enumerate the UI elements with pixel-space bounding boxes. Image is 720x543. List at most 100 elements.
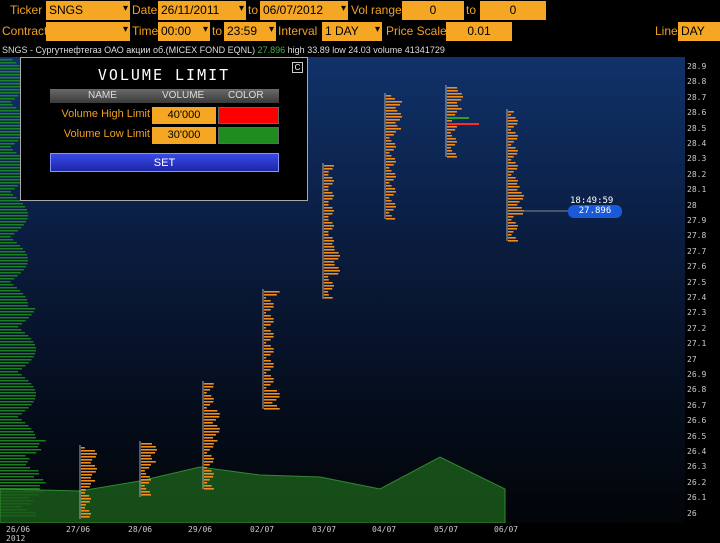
day-profile-bar [508, 120, 518, 122]
price-tick: 26.6 [687, 416, 707, 426]
day-profile-bar [81, 471, 96, 473]
day-profile-bar [324, 207, 333, 209]
day-profile-bar [204, 383, 214, 385]
left-profile-bar [0, 137, 22, 139]
day-profile-bar [447, 108, 462, 110]
day-profile-bar [508, 186, 520, 188]
day-profile-bar [141, 479, 151, 481]
day-profile-bar [81, 492, 85, 494]
price-scale-input[interactable]: 0.01 [446, 22, 512, 41]
price-tick: 26.7 [687, 400, 707, 410]
day-profile-bar [264, 375, 271, 377]
day-profile-bar [508, 177, 516, 179]
day-profile-bar [386, 164, 394, 166]
left-profile-bar [0, 299, 27, 301]
day-profile-bar [264, 363, 274, 365]
day-profile-bar [264, 387, 267, 389]
left-profile-bar [0, 155, 20, 157]
left-profile-bar [0, 314, 32, 316]
day-profile-bar [386, 212, 390, 214]
left-profile-bar [0, 335, 29, 337]
day-profile-bar [324, 219, 329, 221]
left-profile-bar [0, 485, 40, 487]
date-to-select[interactable]: 06/07/2012 [260, 1, 348, 20]
left-profile-bar [0, 473, 40, 475]
day-profile-bar [324, 210, 334, 212]
left-profile-bar [0, 344, 36, 346]
day-profile-bar [264, 405, 278, 407]
left-profile-bar [0, 104, 13, 106]
close-icon[interactable]: C [292, 62, 303, 73]
day-profile-bar [204, 422, 213, 424]
ticker-select[interactable]: SNGS [46, 1, 130, 20]
low-limit-volume-input[interactable]: 30'000 [152, 127, 216, 144]
vol-from-input[interactable]: 0 [402, 1, 464, 20]
set-button[interactable]: SET [50, 153, 279, 172]
left-profile-bar [0, 278, 15, 280]
price-tick: 27.8 [687, 231, 707, 241]
date-to-label: to [248, 3, 259, 17]
high-volume-bar [447, 123, 479, 125]
day-profile-bar [508, 228, 518, 230]
day-profile-bar [508, 162, 516, 164]
day-profile-bar [324, 192, 333, 194]
day-profile-bar [264, 339, 271, 341]
day-profile-bar [81, 459, 93, 461]
day-profile-bar [508, 150, 518, 152]
time-from-select[interactable]: 00:00 [158, 22, 210, 41]
left-profile-bar [0, 293, 24, 295]
high-limit-color-swatch[interactable] [218, 107, 279, 124]
date-tick: 03/07 [312, 525, 337, 534]
day-profile-bar [141, 449, 157, 451]
day-profile-bar [324, 279, 329, 281]
left-profile-bar [0, 188, 15, 190]
left-profile-bar [0, 149, 13, 151]
day-profile-bar [324, 234, 329, 236]
day-profile-bar [141, 473, 147, 475]
instrument-ticker: SNGS [2, 45, 28, 55]
day-profile-bar [141, 446, 156, 448]
left-profile-bar [0, 242, 17, 244]
vol-to-input[interactable]: 0 [480, 1, 546, 20]
day-profile-bar [447, 120, 452, 122]
day-profile-bar [508, 201, 520, 203]
contract-select[interactable] [46, 22, 130, 41]
line-label: Line [655, 24, 678, 38]
day-profile-bar [386, 134, 394, 136]
price-tick: 27.7 [687, 246, 707, 256]
day-profile-bar [324, 180, 334, 182]
left-profile-bar [0, 245, 21, 247]
day-profile-bar [81, 474, 93, 476]
low-limit-color-swatch[interactable] [218, 127, 279, 144]
left-profile-bar [0, 413, 22, 415]
left-profile-bar [0, 479, 44, 481]
day-profile-bar [386, 218, 396, 220]
day-profile-bar [324, 171, 329, 173]
day-profile-bar [324, 240, 334, 242]
left-profile-bar [0, 482, 46, 484]
left-profile-bar [0, 377, 26, 379]
day-profile-bar [81, 447, 85, 449]
day-profile-bar [204, 473, 214, 475]
day-profile-bar [386, 179, 394, 181]
day-profile-bar [508, 141, 514, 143]
day-profile-bar [264, 399, 277, 401]
interval-select[interactable]: 1 DAY [322, 22, 382, 41]
high-limit-volume-input[interactable]: 40'000 [152, 107, 216, 124]
left-profile-bar [0, 404, 32, 406]
day-profile-bar [508, 132, 516, 134]
day-profile-bar [508, 126, 514, 128]
day-profile-bar [204, 413, 220, 415]
day-profile-bar [264, 384, 271, 386]
day-profile-bar [508, 240, 518, 242]
date-from-select[interactable]: 26/11/2011 [158, 1, 246, 20]
day-profile-bar [264, 327, 267, 329]
volume-area [0, 456, 506, 523]
day-profile-bar [204, 386, 214, 388]
day-profile-bar [324, 174, 329, 176]
time-to-select[interactable]: 23:59 [224, 22, 276, 41]
day-profile-bar [204, 428, 220, 430]
line-select[interactable]: DAY [678, 22, 720, 41]
left-profile-bar [0, 368, 22, 370]
date-axis: 2012 26/06 27/06 28/06 29/06 02/07 03/07 04/07… [0, 523, 720, 543]
